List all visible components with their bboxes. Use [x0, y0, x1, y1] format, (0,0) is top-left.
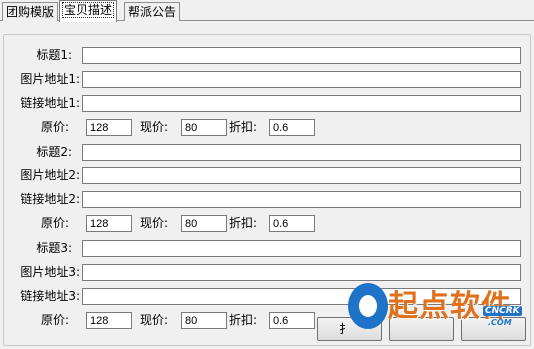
image-url-2-label: 图片地址2:	[20, 168, 80, 182]
discount-2-label: 折扣:	[229, 216, 258, 230]
tab-label: 宝贝描述	[61, 2, 115, 18]
tab-gang-announcement[interactable]: 帮派公告	[124, 2, 181, 21]
link-url-1-label: 链接地址1:	[20, 96, 80, 110]
tab-label: 团购模版	[6, 5, 55, 19]
current-price-3-input[interactable]	[181, 312, 227, 329]
discount-1-label: 折扣:	[229, 120, 258, 134]
original-price-3-label: 原价:	[41, 313, 70, 327]
logo-domain: .COM	[488, 318, 512, 327]
discount-1-input[interactable]	[269, 119, 315, 136]
current-price-3-label: 现价:	[140, 313, 169, 327]
logo-badge: CNCRK	[483, 306, 522, 316]
original-price-1-input[interactable]	[86, 119, 132, 136]
title-1-input[interactable]	[82, 47, 521, 64]
title-3-input[interactable]	[82, 240, 521, 257]
original-price-3-input[interactable]	[86, 312, 132, 329]
discount-3-input[interactable]	[269, 312, 315, 329]
discount-2-input[interactable]	[269, 215, 315, 232]
original-price-1-label: 原价:	[41, 120, 70, 134]
image-url-3-label: 图片地址3:	[20, 265, 80, 279]
link-url-2-input[interactable]	[82, 191, 521, 208]
original-price-2-label: 原价:	[41, 216, 70, 230]
current-price-2-input[interactable]	[181, 215, 227, 232]
title-3-label: 标题3:	[36, 241, 72, 255]
current-price-2-label: 现价:	[140, 216, 169, 230]
image-url-1-input[interactable]	[82, 71, 521, 88]
tab-group-buy-template[interactable]: 团购模版	[2, 2, 59, 21]
current-price-1-input[interactable]	[181, 119, 227, 136]
tab-bar: 团购模版 宝贝描述 帮派公告	[0, 0, 534, 22]
tab-label: 帮派公告	[128, 5, 177, 19]
current-price-1-label: 现价:	[140, 120, 169, 134]
image-url-3-input[interactable]	[82, 264, 521, 281]
watermark-logo: 起点软件 CNCRK .COM	[348, 283, 528, 343]
image-url-2-input[interactable]	[82, 167, 521, 184]
title-2-input[interactable]	[82, 144, 521, 161]
link-url-2-label: 链接地址2:	[20, 192, 80, 206]
original-price-2-input[interactable]	[86, 215, 132, 232]
image-url-1-label: 图片地址1:	[20, 72, 80, 86]
tab-item-description[interactable]: 宝贝描述	[59, 0, 118, 22]
link-url-1-input[interactable]	[82, 95, 521, 112]
logo-mark-icon	[348, 283, 388, 329]
title-1-label: 标题1:	[36, 48, 72, 62]
link-url-3-label: 链接地址3:	[20, 289, 80, 303]
title-2-label: 标题2:	[36, 145, 72, 159]
discount-3-label: 折扣:	[229, 313, 258, 327]
